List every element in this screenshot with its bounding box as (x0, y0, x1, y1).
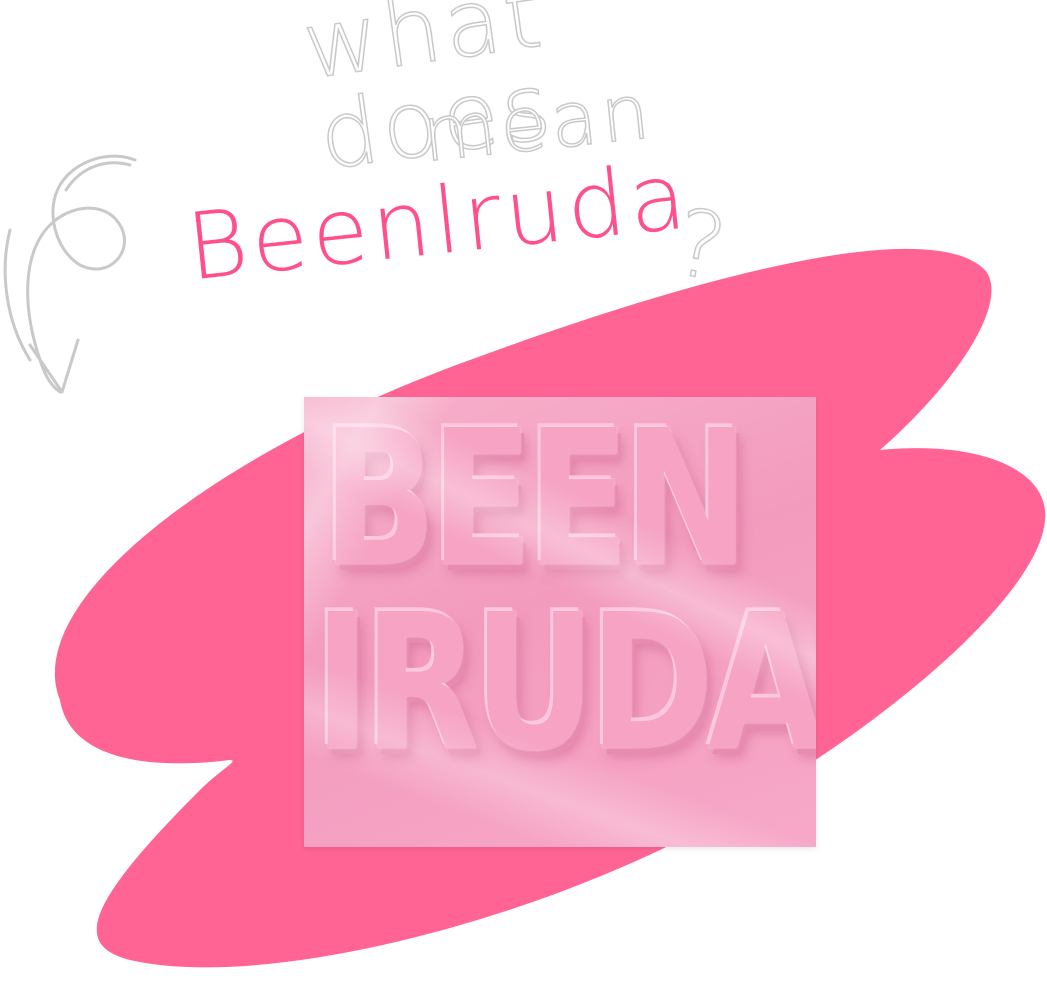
cover-title-line-2: IRUDA (314, 575, 816, 793)
artwork-canvas: what does mean Beenlruda ? BEEN IRUDA (0, 0, 1047, 985)
album-cover: BEEN IRUDA (304, 397, 816, 847)
cover-title-line-1: BEEN (322, 397, 749, 609)
